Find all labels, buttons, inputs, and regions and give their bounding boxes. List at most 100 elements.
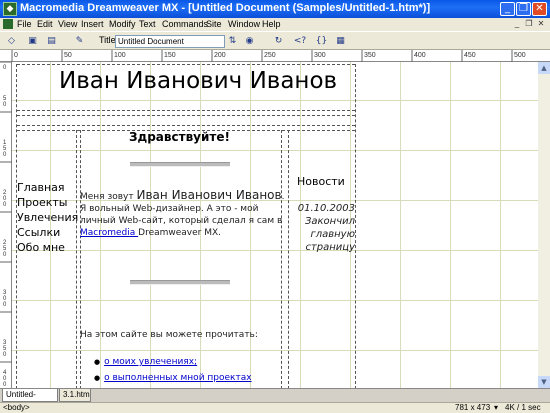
ruler-top-tick: 300: [314, 52, 326, 59]
projects-link[interactable]: о выполненных мной проектах: [104, 373, 251, 383]
design-view-icon[interactable]: ▤: [45, 35, 58, 47]
nav-item-home[interactable]: Главная: [17, 180, 78, 195]
horizontal-rule: [130, 162, 230, 167]
menu-help[interactable]: Help: [262, 19, 281, 29]
nav-item-links[interactable]: Ссылки: [17, 225, 78, 240]
code-view-icon[interactable]: ◇: [5, 35, 18, 47]
menu-view[interactable]: View: [58, 19, 77, 29]
intro-paragraph[interactable]: Меня зовут Иван Иванович Иванов. Я вольн…: [80, 189, 285, 239]
horizontal-rule: [130, 280, 230, 285]
ruler-top-tick: 0: [14, 52, 18, 59]
doc-close-icon[interactable]: ✕: [536, 19, 546, 29]
ruler-left-tick: 0: [3, 152, 7, 158]
read-list-heading[interactable]: На этом сайте вы можете прочитать:: [80, 330, 258, 340]
document-tab-bar: Untitled-1.htm * 3.1.htm: [0, 388, 550, 411]
split-view-icon[interactable]: ▣: [26, 35, 39, 47]
table-border-top: [17, 64, 355, 65]
table-border-right: [355, 64, 356, 388]
document-title-input[interactable]: Untitled Document: [115, 35, 225, 48]
menu-text[interactable]: Text: [139, 19, 156, 29]
read-list: о моих увлечениях; о выполненных мной пр…: [94, 354, 252, 386]
hobbies-link[interactable]: о моих увлечениях;: [104, 357, 197, 367]
nav-item-projects[interactable]: Проекты: [17, 195, 78, 210]
window-titlebar[interactable]: ◆ Macromedia Dreamweaver MX - [Untitled …: [0, 0, 550, 18]
dreamweaver-app-icon[interactable]: ◆: [3, 2, 17, 16]
document-icon[interactable]: [3, 19, 13, 29]
list-item: о моих увлечениях;: [94, 354, 252, 370]
table-border: [17, 115, 355, 116]
list-item: о выполненных мной проектах: [94, 370, 251, 386]
ruler-top-tick: 100: [114, 52, 126, 59]
scroll-down-arrow-icon[interactable]: ▼: [538, 376, 550, 388]
nav-menu: Главная Проекты Увлечения Ссылки Обо мне: [17, 180, 78, 255]
scroll-up-arrow-icon[interactable]: ▲: [538, 62, 550, 74]
menu-file[interactable]: File: [17, 19, 32, 29]
view-options-icon[interactable]: ▦: [334, 35, 347, 47]
ruler-top-tick: 150: [164, 52, 176, 59]
file-management-icon[interactable]: ⇅: [226, 35, 239, 47]
menu-site[interactable]: Site: [206, 19, 222, 29]
size-dropdown-icon[interactable]: ▾: [494, 403, 498, 412]
ruler-left-tick: 0: [3, 65, 7, 71]
ruler-top-tick: 350: [364, 52, 376, 59]
ruler-top-tick: 500: [514, 52, 526, 59]
column-divider: [80, 130, 81, 388]
window-title: Macromedia Dreamweaver MX - [Untitled Do…: [20, 2, 431, 14]
doc-minimize-icon[interactable]: _: [512, 19, 522, 29]
table-border: [17, 125, 355, 126]
ruler-top: 0 50 100 150 200 250 300 350 400 450 500: [0, 50, 550, 62]
ruler-left-tick: 0: [3, 252, 7, 258]
table-border: [17, 110, 355, 111]
nav-item-hobbies[interactable]: Увлечения: [17, 210, 78, 225]
intro-name: Иван Иванович Иванов: [136, 188, 282, 202]
nav-item-about[interactable]: Обо мне: [17, 240, 78, 255]
minimize-button[interactable]: _: [500, 2, 515, 16]
document-toolbar: ◇ ▣ ▤ ✎ Title: Untitled Document ⇅ ◉ ↻ <…: [0, 31, 550, 58]
news-text-line: Закончил: [304, 216, 355, 227]
ruler-top-tick: 200: [214, 52, 226, 59]
column-divider: [281, 130, 282, 388]
news-text-line: главную: [310, 229, 355, 240]
window-size-readout[interactable]: 781 x 473: [455, 403, 490, 412]
close-button[interactable]: ✕: [532, 2, 547, 16]
menu-window[interactable]: Window: [228, 19, 260, 29]
ruler-top-tick: 50: [64, 52, 72, 59]
ruler-top-tick: 450: [464, 52, 476, 59]
ruler-top-tick: 400: [414, 52, 426, 59]
tab-untitled-1[interactable]: Untitled-1.htm *: [2, 389, 58, 411]
ruler-left-tick: 0: [3, 302, 7, 308]
menu-bar: File Edit View Insert Modify Text Comman…: [0, 18, 550, 31]
refresh-icon[interactable]: ↻: [272, 35, 285, 47]
doc-restore-icon[interactable]: ❐: [524, 19, 534, 29]
ruler-left-tick: 0: [3, 102, 7, 108]
design-view-canvas[interactable]: Иван Иванович Иванов Здравствуйте! Главн…: [12, 62, 538, 388]
menu-modify[interactable]: Modify: [109, 19, 136, 29]
intro-text: Меня зовут: [80, 192, 137, 202]
ruler-left-tick: 0: [3, 202, 7, 208]
news-item[interactable]: 01.10.2003 Закончил главную страницу: [293, 202, 355, 254]
news-date: 01.10.2003: [297, 203, 355, 214]
column-divider: [288, 130, 289, 388]
page-heading-name[interactable]: Иван Иванович Иванов: [59, 68, 337, 94]
menu-edit[interactable]: Edit: [37, 19, 53, 29]
server-debug-icon[interactable]: ✎: [73, 35, 86, 47]
preview-browser-icon[interactable]: ◉: [243, 35, 256, 47]
menu-commands[interactable]: Commands: [162, 19, 208, 29]
maximize-button[interactable]: ❐: [516, 2, 531, 16]
macromedia-link[interactable]: Macromedia: [80, 228, 138, 238]
status-bar: <body> 781 x 473 ▾ 4K / 1 sec: [0, 402, 550, 413]
reference-icon[interactable]: <?>: [291, 35, 309, 58]
greeting-heading[interactable]: Здравствуйте!: [129, 130, 230, 144]
news-heading[interactable]: Новости: [297, 175, 345, 188]
menu-insert[interactable]: Insert: [81, 19, 104, 29]
code-navigation-icon[interactable]: {}: [315, 35, 328, 47]
ruler-top-tick: 250: [264, 52, 276, 59]
tab-3-1[interactable]: 3.1.htm: [59, 389, 91, 402]
vertical-scrollbar[interactable]: ▲ ▼: [538, 62, 550, 388]
news-text-line: страницу: [305, 242, 355, 253]
tag-selector[interactable]: <body>: [3, 403, 30, 412]
ruler-left: 0 5 0 1 5 0 2 0 0 2 5 0 3 0 0 3 5 0 4 0 …: [0, 62, 12, 390]
column-divider: [76, 130, 77, 388]
ruler-left-tick: 0: [3, 352, 7, 358]
intro-text: Dreamweaver MX.: [138, 228, 222, 238]
